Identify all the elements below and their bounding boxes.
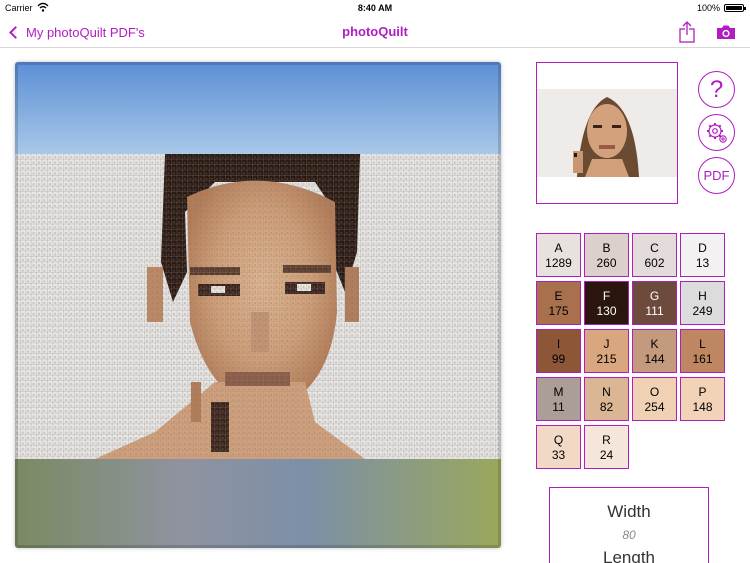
palette-swatch[interactable]: C 602 <box>632 233 677 277</box>
width-value[interactable]: 80 <box>550 528 708 542</box>
palette-swatch-count: 111 <box>645 304 664 318</box>
source-photo-thumbnail[interactable] <box>536 62 678 204</box>
palette-swatch-count: 1289 <box>545 256 572 270</box>
palette-swatch[interactable]: F 130 <box>584 281 629 325</box>
help-button[interactable]: ? <box>698 71 735 108</box>
palette-swatch-label: H <box>698 289 707 303</box>
palette-swatch-label: P <box>698 385 707 399</box>
palette-swatch-label: K <box>650 337 659 351</box>
palette-swatch[interactable]: B 260 <box>584 233 629 277</box>
palette-swatch[interactable]: N 82 <box>584 377 629 421</box>
width-label: Width <box>607 502 651 521</box>
page-title: photoQuilt <box>342 24 408 39</box>
palette-swatch-label: Q <box>553 433 564 447</box>
palette-swatch[interactable]: O 254 <box>632 377 677 421</box>
palette-swatch-label: G <box>649 289 660 303</box>
palette-swatch-label: E <box>554 289 563 303</box>
palette-swatch-label: F <box>602 289 611 303</box>
palette-swatch[interactable]: K 144 <box>632 329 677 373</box>
palette-swatch-count: 82 <box>599 400 614 414</box>
status-bar: Carrier 8:40 AM 100% <box>0 0 750 16</box>
palette-swatch-count: 99 <box>551 352 566 366</box>
palette-swatch-label: J <box>603 337 610 351</box>
palette-swatch[interactable]: R 24 <box>584 425 629 469</box>
palette-swatch-count: 33 <box>551 448 566 462</box>
quilt-preview[interactable]: a <box>15 62 501 548</box>
palette-swatch-label: L <box>699 337 706 351</box>
share-icon[interactable] <box>678 21 696 43</box>
palette-swatch-count: 249 <box>692 304 713 318</box>
quilt-image: a <box>15 62 501 548</box>
palette-swatch[interactable]: I 99 <box>536 329 581 373</box>
palette-swatch-count: 144 <box>644 352 665 366</box>
navigation-bar: My photoQuilt PDF's photoQuilt <box>0 16 750 48</box>
pdf-button[interactable]: PDF <box>698 157 735 194</box>
palette-swatch-count: 11 <box>552 400 565 414</box>
palette-swatch[interactable]: E 175 <box>536 281 581 325</box>
palette-swatch-label: M <box>553 385 564 399</box>
palette-swatch[interactable]: J 215 <box>584 329 629 373</box>
palette-swatch-count: 175 <box>548 304 569 318</box>
palette-swatch-count: 130 <box>596 304 617 318</box>
palette-swatch-count: 161 <box>692 352 713 366</box>
source-photo <box>537 89 677 177</box>
palette-swatch-label: D <box>698 241 707 255</box>
palette-swatch-count: 13 <box>695 256 710 270</box>
palette-swatch-label: B <box>602 241 611 255</box>
palette-swatch[interactable]: D 13 <box>680 233 725 277</box>
palette-swatch-count: 602 <box>644 256 665 270</box>
settings-button[interactable] <box>698 114 735 151</box>
palette-swatch[interactable]: L 161 <box>680 329 725 373</box>
gears-icon <box>706 122 727 143</box>
palette-swatch-label: A <box>554 241 563 255</box>
palette-swatch-label: C <box>650 241 659 255</box>
palette-swatch-count: 260 <box>596 256 617 270</box>
palette-swatch[interactable]: P 148 <box>680 377 725 421</box>
battery-percent: 100% <box>696 3 720 13</box>
palette-swatch-count: 148 <box>692 400 713 414</box>
palette-swatch-label: O <box>649 385 660 399</box>
palette-swatch-count: 24 <box>599 448 614 462</box>
palette-swatch-label: R <box>602 433 611 447</box>
palette-swatch[interactable]: Q 33 <box>536 425 581 469</box>
palette-swatch-label: I <box>556 337 561 351</box>
palette-swatch-label: N <box>602 385 611 399</box>
palette-swatch[interactable]: M 11 <box>536 377 581 421</box>
palette-swatch[interactable]: A 1289 <box>536 233 581 277</box>
palette-swatch-count: 254 <box>644 400 665 414</box>
dimensions-panel: Width 80 Length <box>549 487 709 563</box>
clock: 8:40 AM <box>357 3 393 13</box>
palette-swatch-count: 215 <box>596 352 617 366</box>
palette-swatch[interactable]: H 249 <box>680 281 725 325</box>
battery-icon <box>724 4 746 12</box>
palette-swatch[interactable]: G 111 <box>632 281 677 325</box>
camera-icon[interactable] <box>716 24 736 40</box>
length-label: Length <box>603 548 655 563</box>
